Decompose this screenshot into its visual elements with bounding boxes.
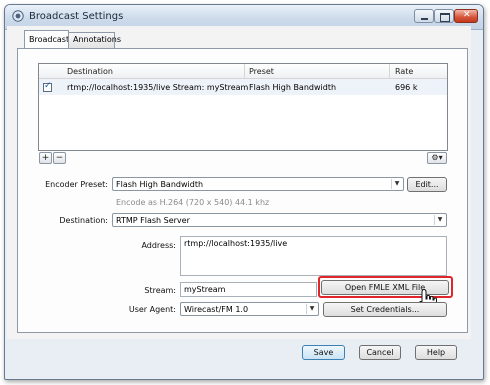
set-credentials-button[interactable]: Set Credentials... <box>323 302 447 317</box>
encoder-preset-value: Flash High Bandwidth <box>116 180 204 189</box>
address-label: Address: <box>141 241 176 250</box>
column-preset[interactable]: Preset <box>249 67 274 76</box>
user-agent-select[interactable]: Wirecast/FM 1.0 ▼ <box>180 302 319 316</box>
column-rate[interactable]: Rate <box>395 67 413 76</box>
encoder-preset-label: Encoder Preset: <box>45 180 108 189</box>
minimize-icon <box>421 18 428 20</box>
cell-destination: rtmp://localhost:1935/live Stream: myStr… <box>67 83 249 92</box>
checkmark-icon: ✓ <box>44 81 52 91</box>
chevron-down-icon: ▼ <box>434 215 445 225</box>
stream-label: Stream: <box>144 286 176 295</box>
encode-format-hint: Encode as H.264 (720 x 540) 44.1 khz <box>116 198 270 207</box>
help-button[interactable]: Help <box>415 345 457 360</box>
address-field[interactable]: rtmp://localhost:1935/live <box>180 236 447 276</box>
user-agent-value: Wirecast/FM 1.0 <box>184 305 249 314</box>
maximize-icon <box>440 13 450 22</box>
gear-menu-button[interactable]: ⚙▾ <box>427 152 447 164</box>
column-divider[interactable] <box>244 64 245 78</box>
tab-annotations[interactable]: Annotations <box>68 32 121 48</box>
gear-icon: ⚙▾ <box>431 153 443 162</box>
encoder-preset-select[interactable]: Flash High Bandwidth ▼ <box>112 177 404 191</box>
user-agent-label: User Agent: <box>128 305 176 314</box>
column-destination[interactable]: Destination <box>67 67 113 76</box>
destination-select[interactable]: RTMP Flash Server ▼ <box>112 213 447 227</box>
minimize-button[interactable] <box>414 9 434 23</box>
destinations-list[interactable]: Destination Preset Rate ✓ rtmp://localho… <box>38 63 448 151</box>
destination-value: RTMP Flash Server <box>116 216 190 225</box>
wirecast-icon <box>12 10 24 22</box>
edit-preset-button[interactable]: Edit... <box>407 177 447 192</box>
chevron-down-icon: ▼ <box>306 304 317 314</box>
list-header: Destination Preset Rate <box>39 64 447 79</box>
destination-label: Destination: <box>59 216 108 225</box>
window-title: Broadcast Settings <box>29 11 124 22</box>
cell-preset: Flash High Bandwidth <box>249 83 337 92</box>
column-divider[interactable] <box>389 64 390 78</box>
remove-destination-button[interactable]: − <box>53 152 66 164</box>
maximize-button[interactable] <box>434 9 454 23</box>
close-button[interactable]: ✕ <box>454 9 478 23</box>
cancel-button[interactable]: Cancel <box>359 345 401 360</box>
add-destination-button[interactable]: + <box>39 152 52 164</box>
close-icon: ✕ <box>463 10 471 20</box>
save-button[interactable]: Save <box>302 345 345 360</box>
chevron-down-icon: ▼ <box>391 179 402 189</box>
cell-rate: 696 k <box>395 83 418 92</box>
row-enabled-checkbox[interactable]: ✓ <box>43 81 52 92</box>
stream-field[interactable]: myStream <box>180 282 317 297</box>
tab-broadcast[interactable]: Broadcast <box>24 30 69 48</box>
